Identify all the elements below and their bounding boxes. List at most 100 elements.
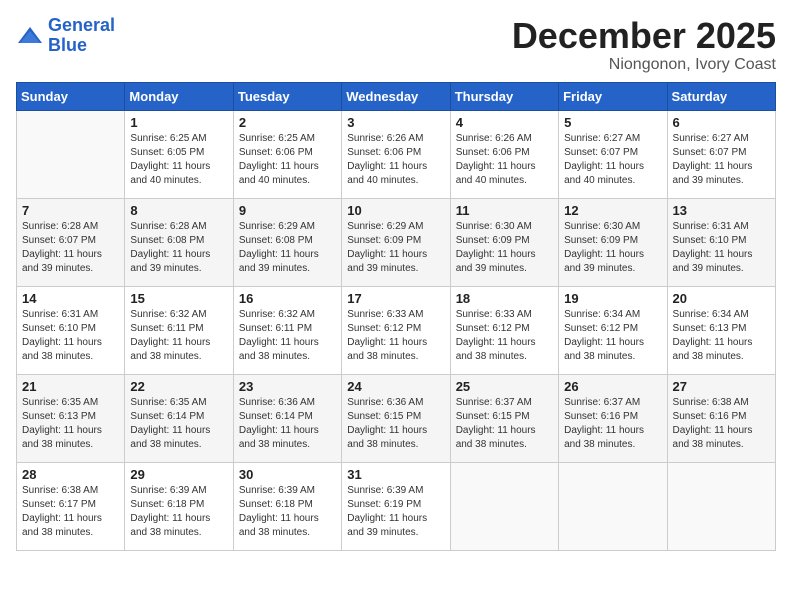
day-info: Sunrise: 6:35 AMSunset: 6:14 PMDaylight:… [130,396,227,452]
calendar-week-row: 21 Sunrise: 6:35 AMSunset: 6:13 PMDayligh… [17,374,776,462]
location-subtitle: Niongonon, Ivory Coast [512,56,776,74]
day-number: 14 [22,291,119,306]
calendar-cell: 18 Sunrise: 6:33 AMSunset: 6:12 PMDayligh… [450,286,558,374]
calendar-cell: 22Sunrise: 6:35 AMSunset: 6:14 PMDayligh… [125,374,233,462]
calendar-cell: 26Sunrise: 6:37 AMSunset: 6:16 PMDayligh… [559,374,667,462]
day-number: 10 [347,203,444,218]
calendar-cell: 16 Sunrise: 6:32 AMSunset: 6:11 PMDayligh… [233,286,341,374]
day-info: Sunrise: 6:34 AMSunset: 6:13 PMDaylight:… [673,308,770,364]
page-header: General Blue December 2025 Niongonon, Iv… [16,16,776,74]
logo-text: General Blue [48,16,115,56]
day-number: 15 [130,291,227,306]
day-info: Sunrise: 6:33 AMSunset: 6:12 PMDaylight:… [347,308,444,364]
calendar-table: SundayMondayTuesdayWednesdayThursdayFrid… [16,82,776,551]
day-number: 20 [673,291,770,306]
calendar-cell: 10 Sunrise: 6:29 AMSunset: 6:09 PMDayligh… [342,198,450,286]
day-number: 1 [130,115,227,130]
calendar-cell: 27 Sunrise: 6:38 AMSunset: 6:16 PMDayligh… [667,374,775,462]
day-info: Sunrise: 6:31 AMSunset: 6:10 PMDaylight:… [22,308,119,364]
day-info: Sunrise: 6:25 AMSunset: 6:05 PMDaylight:… [130,132,227,188]
calendar-cell: 15 Sunrise: 6:32 AMSunset: 6:11 PMDayligh… [125,286,233,374]
day-number: 2 [239,115,336,130]
calendar-cell: 24Sunrise: 6:36 AMSunset: 6:15 PMDayligh… [342,374,450,462]
calendar-cell: 8Sunrise: 6:28 AMSunset: 6:08 PMDaylight… [125,198,233,286]
calendar-cell: 29Sunrise: 6:39 AMSunset: 6:18 PMDayligh… [125,462,233,550]
calendar-cell: 9 Sunrise: 6:29 AMSunset: 6:08 PMDaylight… [233,198,341,286]
day-info: Sunrise: 6:39 AMSunset: 6:18 PMDaylight:… [239,484,336,540]
calendar-cell: 7 Sunrise: 6:28 AMSunset: 6:07 PMDaylight… [17,198,125,286]
calendar-week-row: 14 Sunrise: 6:31 AMSunset: 6:10 PMDayligh… [17,286,776,374]
weekday-header-wednesday: Wednesday [342,82,450,110]
day-number: 6 [673,115,770,130]
calendar-cell: 30 Sunrise: 6:39 AMSunset: 6:18 PMDayligh… [233,462,341,550]
logo: General Blue [16,16,115,56]
day-info: Sunrise: 6:32 AMSunset: 6:11 PMDaylight:… [130,308,227,364]
day-info: Sunrise: 6:27 AMSunset: 6:07 PMDaylight:… [673,132,770,188]
weekday-header-monday: Monday [125,82,233,110]
day-number: 21 [22,379,119,394]
calendar-cell: 2 Sunrise: 6:25 AMSunset: 6:06 PMDaylight… [233,110,341,198]
calendar-cell: 23Sunrise: 6:36 AMSunset: 6:14 PMDayligh… [233,374,341,462]
calendar-cell: 20 Sunrise: 6:34 AMSunset: 6:13 PMDayligh… [667,286,775,374]
day-info: Sunrise: 6:38 AMSunset: 6:16 PMDaylight:… [673,396,770,452]
day-number: 11 [456,203,553,218]
calendar-week-row: 28 Sunrise: 6:38 AMSunset: 6:17 PMDayligh… [17,462,776,550]
calendar-cell [667,462,775,550]
day-number: 30 [239,467,336,482]
day-number: 25 [456,379,553,394]
calendar-cell: 5 Sunrise: 6:27 AMSunset: 6:07 PMDaylight… [559,110,667,198]
day-info: Sunrise: 6:36 AMSunset: 6:15 PMDaylight:… [347,396,444,452]
day-info: Sunrise: 6:25 AMSunset: 6:06 PMDaylight:… [239,132,336,188]
day-info: Sunrise: 6:39 AMSunset: 6:18 PMDaylight:… [130,484,227,540]
weekday-header-saturday: Saturday [667,82,775,110]
day-info: Sunrise: 6:28 AMSunset: 6:07 PMDaylight:… [22,220,119,276]
day-info: Sunrise: 6:30 AMSunset: 6:09 PMDaylight:… [564,220,661,276]
day-info: Sunrise: 6:32 AMSunset: 6:11 PMDaylight:… [239,308,336,364]
day-number: 16 [239,291,336,306]
day-number: 7 [22,203,119,218]
calendar-cell: 1 Sunrise: 6:25 AMSunset: 6:05 PMDaylight… [125,110,233,198]
weekday-header-sunday: Sunday [17,82,125,110]
day-number: 23 [239,379,336,394]
day-info: Sunrise: 6:33 AMSunset: 6:12 PMDaylight:… [456,308,553,364]
calendar-cell: 21 Sunrise: 6:35 AMSunset: 6:13 PMDayligh… [17,374,125,462]
weekday-header-row: SundayMondayTuesdayWednesdayThursdayFrid… [17,82,776,110]
month-year-title: December 2025 [512,16,776,56]
day-number: 31 [347,467,444,482]
day-info: Sunrise: 6:29 AMSunset: 6:09 PMDaylight:… [347,220,444,276]
day-number: 18 [456,291,553,306]
weekday-header-friday: Friday [559,82,667,110]
calendar-cell: 6 Sunrise: 6:27 AMSunset: 6:07 PMDaylight… [667,110,775,198]
day-info: Sunrise: 6:35 AMSunset: 6:13 PMDaylight:… [22,396,119,452]
calendar-cell [559,462,667,550]
day-number: 27 [673,379,770,394]
day-info: Sunrise: 6:38 AMSunset: 6:17 PMDaylight:… [22,484,119,540]
title-section: December 2025 Niongonon, Ivory Coast [512,16,776,74]
weekday-header-tuesday: Tuesday [233,82,341,110]
calendar-cell: 13 Sunrise: 6:31 AMSunset: 6:10 PMDayligh… [667,198,775,286]
day-info: Sunrise: 6:37 AMSunset: 6:16 PMDaylight:… [564,396,661,452]
day-info: Sunrise: 6:28 AMSunset: 6:08 PMDaylight:… [130,220,227,276]
calendar-cell: 14 Sunrise: 6:31 AMSunset: 6:10 PMDayligh… [17,286,125,374]
calendar-cell: 31 Sunrise: 6:39 AMSunset: 6:19 PMDayligh… [342,462,450,550]
day-info: Sunrise: 6:31 AMSunset: 6:10 PMDaylight:… [673,220,770,276]
day-info: Sunrise: 6:26 AMSunset: 6:06 PMDaylight:… [456,132,553,188]
calendar-cell: 17 Sunrise: 6:33 AMSunset: 6:12 PMDayligh… [342,286,450,374]
day-number: 5 [564,115,661,130]
day-number: 9 [239,203,336,218]
day-number: 28 [22,467,119,482]
calendar-cell: 19Sunrise: 6:34 AMSunset: 6:12 PMDayligh… [559,286,667,374]
weekday-header-thursday: Thursday [450,82,558,110]
day-info: Sunrise: 6:29 AMSunset: 6:08 PMDaylight:… [239,220,336,276]
calendar-cell: 3Sunrise: 6:26 AMSunset: 6:06 PMDaylight… [342,110,450,198]
logo-icon [16,25,44,47]
calendar-week-row: 1 Sunrise: 6:25 AMSunset: 6:05 PMDaylight… [17,110,776,198]
day-number: 3 [347,115,444,130]
day-number: 19 [564,291,661,306]
day-info: Sunrise: 6:39 AMSunset: 6:19 PMDaylight:… [347,484,444,540]
day-number: 13 [673,203,770,218]
day-info: Sunrise: 6:27 AMSunset: 6:07 PMDaylight:… [564,132,661,188]
calendar-cell: 28 Sunrise: 6:38 AMSunset: 6:17 PMDayligh… [17,462,125,550]
day-number: 17 [347,291,444,306]
calendar-cell [17,110,125,198]
